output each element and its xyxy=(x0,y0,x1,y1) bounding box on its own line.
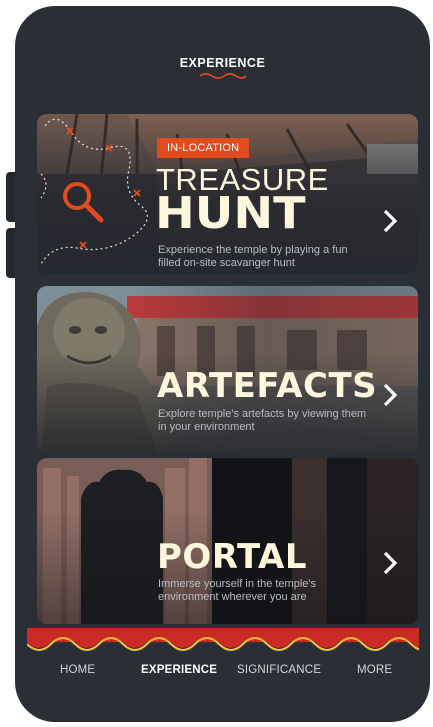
search-icon xyxy=(63,182,104,223)
nav-item-home[interactable]: HOME xyxy=(60,664,95,676)
card-description: Experience the temple by playing a fun f… xyxy=(158,244,348,269)
card-artefacts[interactable]: ARTEFACTS Explore temple's artefacts by … xyxy=(37,286,418,452)
card-title-hunt: HUNT xyxy=(155,188,306,239)
card-title-portal: PORTAL xyxy=(157,537,308,577)
nav-item-experience[interactable]: EXPERIENCE xyxy=(141,664,217,676)
card-description: Explore temple's artefacts by viewing th… xyxy=(158,408,367,433)
phone-screen: EXPERIENCE IN-LOCATION TREASURE HUNT Exp… xyxy=(15,6,430,722)
nav-item-more[interactable]: MORE xyxy=(357,664,392,676)
nav-item-significance[interactable]: SIGNIFICANCE xyxy=(237,664,321,676)
card-portal[interactable]: PORTAL Immerse yourself in the temple's … xyxy=(37,458,418,624)
card-title-artefacts: ARTEFACTS xyxy=(157,366,378,406)
page-title: EXPERIENCE xyxy=(179,56,266,70)
title-underline-wave xyxy=(199,73,247,79)
in-location-badge: IN-LOCATION xyxy=(157,138,250,158)
chevron-right-icon[interactable] xyxy=(382,550,398,576)
card-description: Immerse yourself in the temple's environ… xyxy=(158,578,316,603)
decorative-banner xyxy=(27,628,419,651)
chevron-right-icon[interactable] xyxy=(382,382,398,408)
bottom-navigation: HOME EXPERIENCE SIGNIFICANCE MORE xyxy=(15,664,430,688)
card-treasure-hunt[interactable]: IN-LOCATION TREASURE HUNT Experience the… xyxy=(37,114,418,274)
chevron-right-icon[interactable] xyxy=(382,208,398,234)
